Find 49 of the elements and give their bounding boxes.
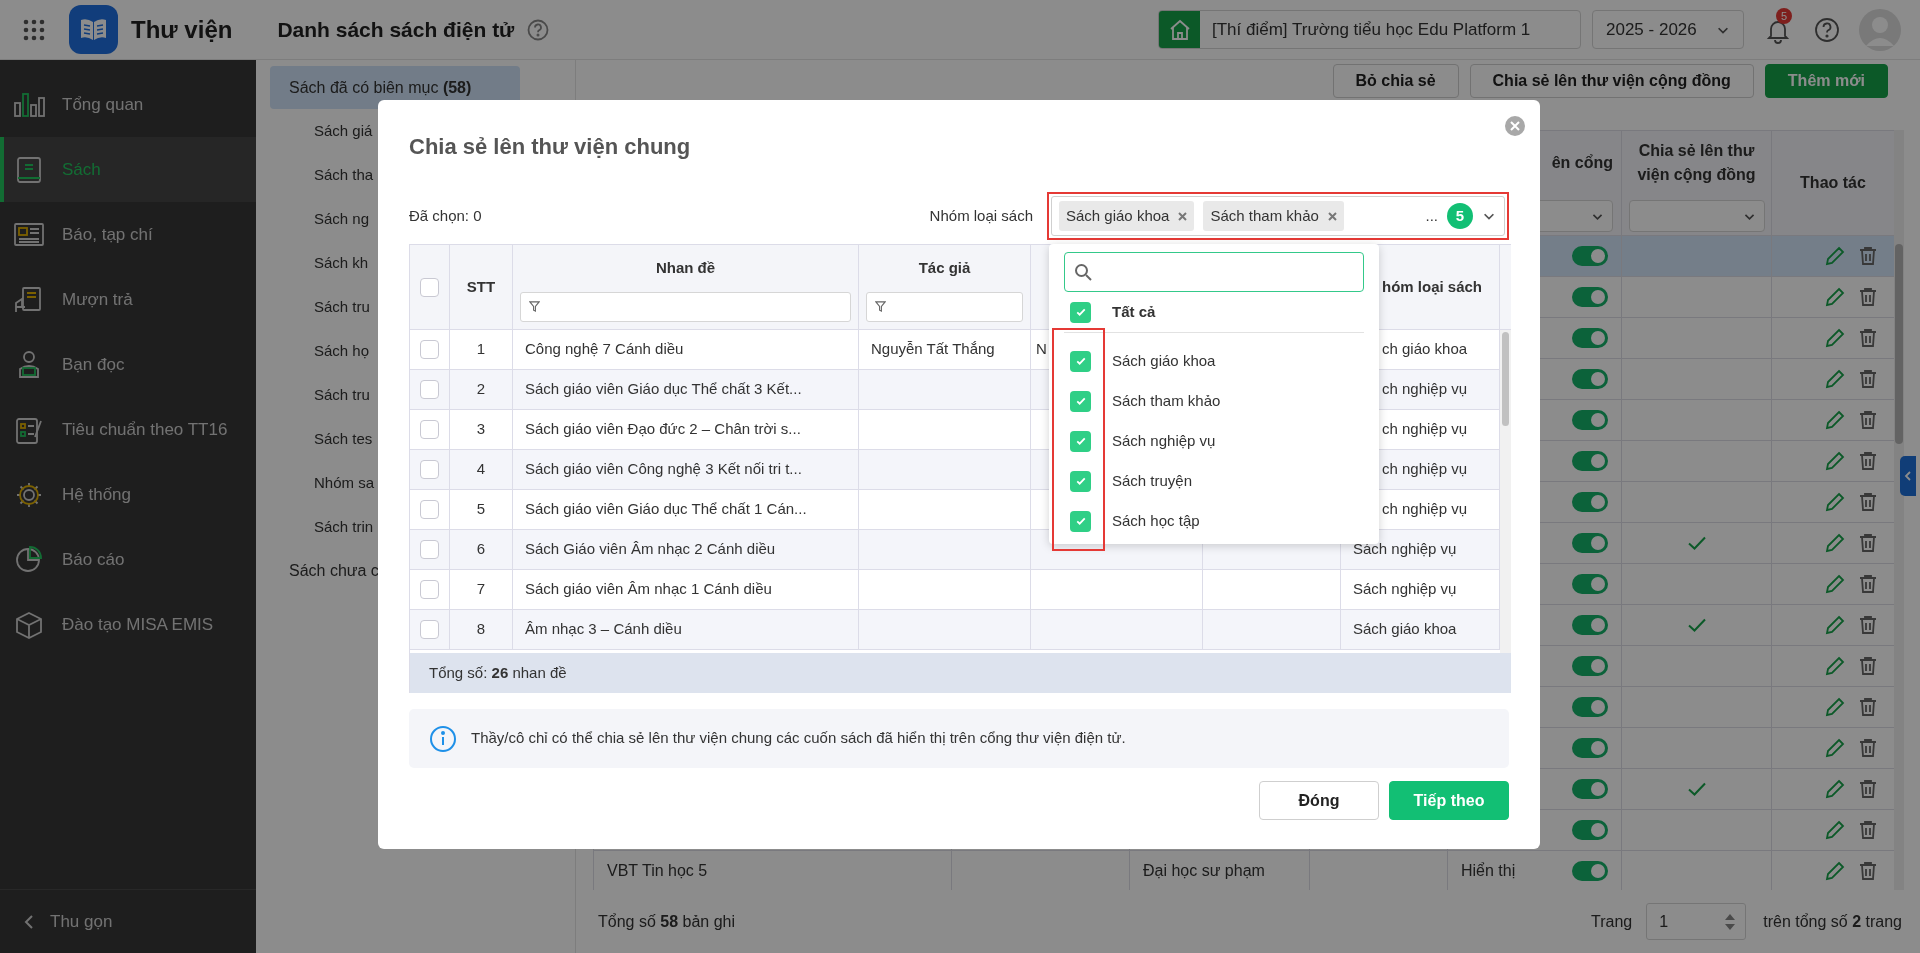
column-header: STT: [466, 276, 496, 297]
table-cell-text: Sách giáo viên Giáo dục Thể chất 1 Cán...: [525, 499, 807, 520]
column-header: Nhan đề: [655, 258, 716, 278]
table-cell-text: Sách giáo viên Âm nhạc 1 Cánh diều: [525, 579, 772, 600]
table-cell-text: VBT Tin học 5: [607, 861, 708, 881]
table-cell-text: ch nghiệp vụ: [1382, 459, 1468, 480]
table-cell-text: 4: [476, 459, 486, 480]
table-cell-text: Hiển thị: [1461, 861, 1516, 881]
table-cell-text: Sách giáo viên Giáo dục Thể chất 3 Kết...: [525, 379, 802, 400]
table-cell-text: Nguyễn Tất Thắng: [871, 339, 995, 360]
table-cell-text: N: [1036, 339, 1047, 360]
table-cell-text: Sách nghiệp vụ: [1353, 579, 1457, 600]
table-cell-text: ch giáo khoa: [1382, 339, 1468, 360]
app-title: Thư viện: [131, 14, 233, 45]
record-count: Tổng số 58 bản ghi: [598, 911, 735, 932]
table-cell-text: Sách Giáo viên Âm nhạc 2 Cánh diều: [525, 539, 776, 560]
column-header: Thao tác: [1800, 173, 1866, 193]
table-cell-text: Sách nghiệp vụ: [1353, 539, 1457, 560]
table-cell-text: Âm nhạc 3 – Cánh diều: [525, 619, 682, 640]
table-cell-text: Sách giáo viên Đạo đức 2 – Chân trời s...: [525, 419, 801, 440]
table-cell-text: 6: [476, 539, 486, 560]
notification-badge: 5: [1776, 7, 1792, 24]
table-cell-text: 3: [476, 419, 486, 440]
table-cell-text: 7: [476, 579, 486, 600]
column-header: Chia sẻ lên thư viện cộng đồng: [1636, 141, 1757, 185]
table-cell-text: 5: [476, 499, 486, 520]
selected-count: Đã chọn: 0: [409, 205, 482, 226]
page-title: Danh sách sách điện tử: [277, 16, 515, 43]
table-cell-text: ch nghiệp vụ: [1382, 499, 1468, 520]
table-cell-text: 8: [476, 619, 486, 640]
column-header: Tác giả: [918, 258, 971, 278]
column-header: hóm loại sách: [1382, 276, 1483, 297]
title-count: Tổng số: 26 nhan đề: [429, 662, 567, 683]
column-header: ên cổng: [1551, 153, 1613, 173]
table-cell-text: 1: [476, 339, 486, 360]
more-indicator: ...: [1425, 205, 1438, 226]
table-cell-text: Sách giáo viên Công nghệ 3 Kết nối tri t...: [525, 459, 802, 480]
dialog-title: Chia sẻ lên thư viện chung: [409, 132, 692, 161]
table-cell-text: Công nghệ 7 Cánh diều: [525, 339, 684, 360]
table-cell-text: 2: [476, 379, 486, 400]
table-cell-text: Đại học sư phạm: [1143, 861, 1265, 881]
table-cell-text: ch nghiệp vụ: [1382, 419, 1468, 440]
page-label: Trang: [1591, 911, 1633, 932]
table-cell-text: Sách giáo khoa: [1353, 619, 1457, 640]
count-badge: 5: [1447, 203, 1473, 229]
info-text: Thầy/cô chỉ có thể chia sẻ lên thư viện chung các cuốn sách đã hiển thị trên cổng thư viện điện tử.: [471, 728, 1126, 749]
filter-label: Nhóm loại sách: [929, 205, 1033, 226]
table-cell-text: ch nghiệp vụ: [1382, 379, 1468, 400]
page-total: trên tổng số 2 trang: [1763, 911, 1902, 932]
